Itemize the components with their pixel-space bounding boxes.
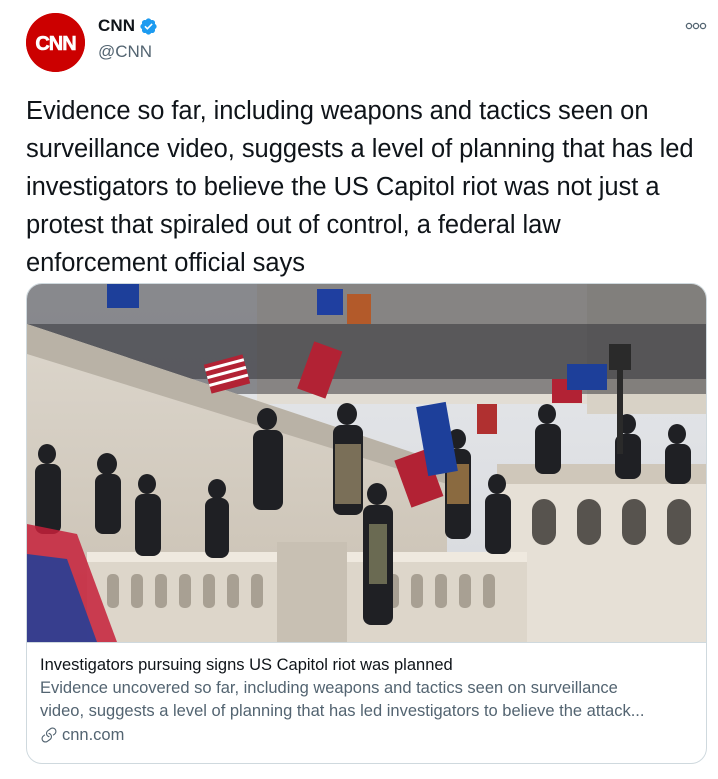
tweet-text: Evidence so far, including weapons and t… (26, 97, 694, 277)
more-options-icon[interactable] (682, 14, 710, 38)
card-domain-text[interactable]: cnn.com (62, 724, 124, 746)
link-card[interactable]: Investigators pursuing signs US Capitol … (26, 283, 707, 764)
card-description-line-2: video, suggests a level of planning that… (40, 702, 645, 720)
card-image[interactable] (27, 284, 706, 642)
link-icon (41, 727, 57, 743)
handle[interactable]: @CNN (98, 42, 158, 62)
card-domain[interactable]: cnn.com (40, 724, 706, 746)
svg-text:CNN: CNN (35, 33, 76, 55)
name-row: CNN (98, 14, 158, 38)
verified-badge-icon (139, 17, 158, 36)
cnn-logo-icon: CNN (26, 13, 85, 72)
card-body[interactable]: Investigators pursuing signs US Capitol … (27, 642, 706, 763)
display-name[interactable]: CNN (98, 16, 135, 36)
card-description: Evidence uncovered so far, including wea… (40, 677, 696, 723)
tweet: CNN CNN @CNN Evidence so far, including … (0, 0, 718, 779)
avatar[interactable]: CNN (26, 13, 85, 72)
author-block: CNN @CNN (98, 14, 158, 62)
card-title[interactable]: Investigators pursuing signs US Capitol … (40, 654, 706, 676)
card-description-line-1: Evidence uncovered so far, including wea… (40, 679, 618, 697)
